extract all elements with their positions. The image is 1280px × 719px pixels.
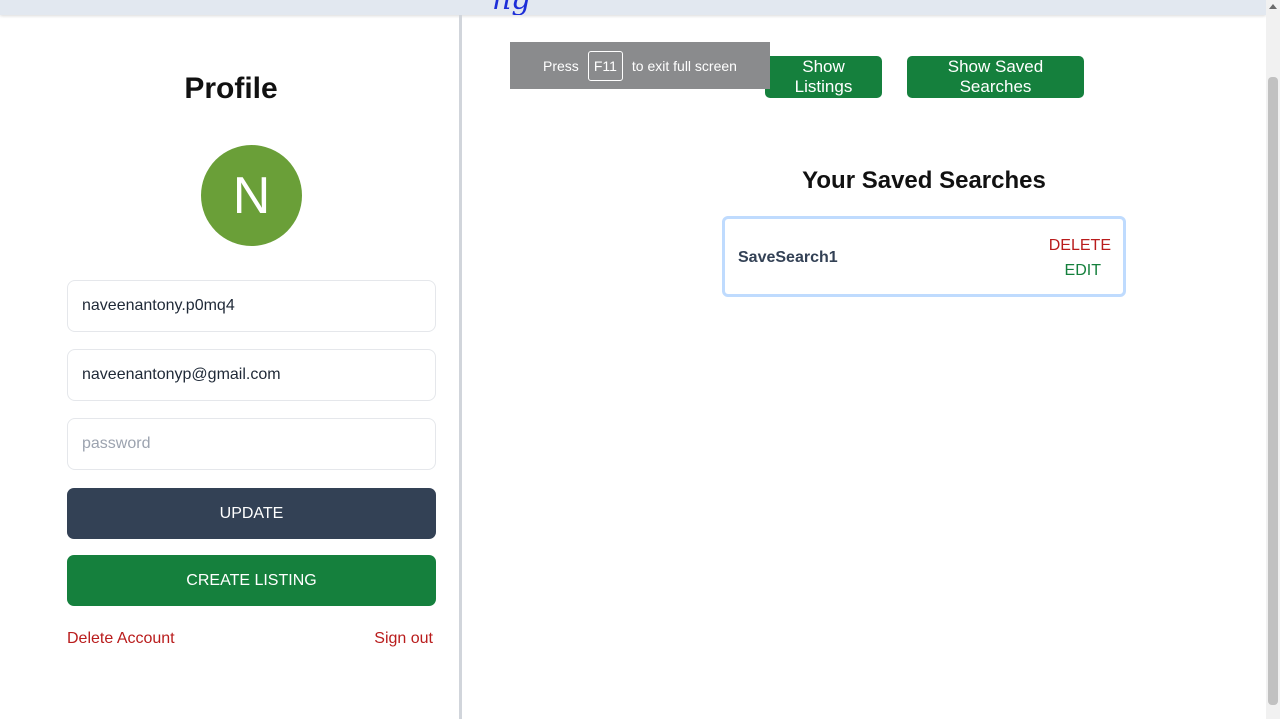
show-saved-searches-button[interactable]: Show Saved Searches: [907, 56, 1084, 98]
scrollbar-thumb[interactable]: [1268, 77, 1278, 705]
create-listing-button[interactable]: CREATE LISTING: [67, 555, 436, 606]
fullscreen-notice-press: Press: [543, 57, 579, 74]
site-logo[interactable]: ng: [492, 0, 531, 15]
username-field[interactable]: [67, 280, 436, 332]
f11-key-badge: F11: [587, 50, 623, 81]
saved-search-card: SaveSearch1 DELETE EDIT: [722, 216, 1126, 297]
email-field[interactable]: [67, 349, 436, 401]
delete-saved-search-button[interactable]: DELETE: [1049, 237, 1111, 255]
fullscreen-notice-text: to exit full screen: [631, 57, 737, 74]
fullscreen-notice: Press F11 to exit full screen: [510, 42, 770, 89]
password-field[interactable]: [67, 418, 436, 470]
saved-searches-title: Your Saved Searches: [802, 167, 1046, 194]
saved-search-name[interactable]: SaveSearch1: [738, 249, 838, 267]
update-button[interactable]: UPDATE: [67, 488, 436, 539]
scroll-up-arrow-icon[interactable]: [1269, 4, 1277, 9]
vertical-scrollbar[interactable]: [1266, 0, 1280, 719]
sign-out-link[interactable]: Sign out: [374, 630, 433, 648]
top-navbar: ng: [0, 0, 1266, 15]
edit-saved-search-button[interactable]: EDIT: [1065, 262, 1101, 280]
profile-panel: Profile N UPDATE CREATE LISTING Delete A…: [0, 15, 462, 719]
delete-account-link[interactable]: Delete Account: [67, 630, 175, 648]
page-title: Profile: [184, 72, 278, 105]
show-listings-button[interactable]: Show Listings: [765, 56, 882, 98]
avatar[interactable]: N: [201, 145, 302, 246]
